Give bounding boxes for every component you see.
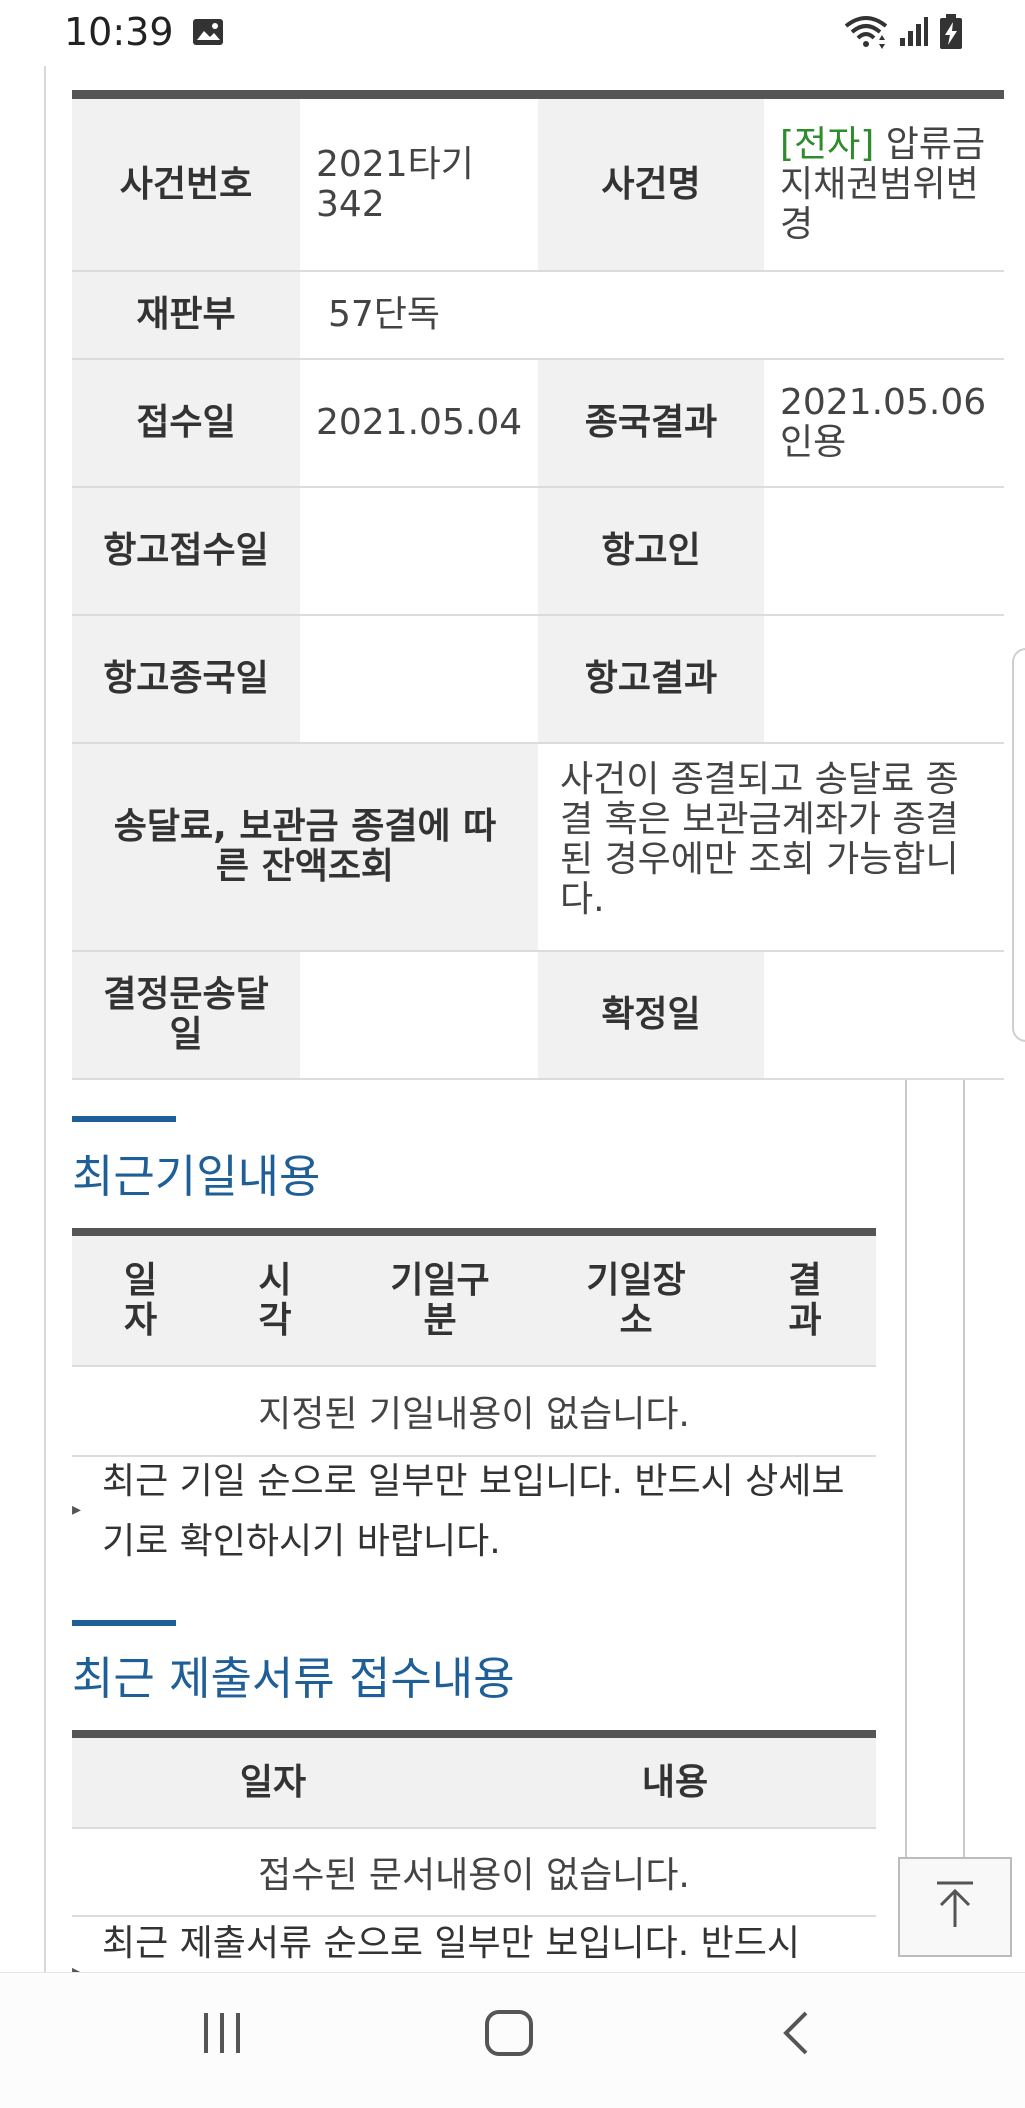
final-result-value: 2021.05.06 인용 xyxy=(764,359,1004,488)
case-number-label: 사건번호 xyxy=(72,99,300,272)
table-row: 지정된 기일내용이 없습니다. xyxy=(72,1366,876,1457)
table-header-row: 일자 내용 xyxy=(72,1738,876,1829)
battery-charging-icon xyxy=(939,14,963,54)
col-hearing-type: 기일구분 xyxy=(342,1236,538,1367)
col-doc-content: 내용 xyxy=(474,1738,876,1829)
decision-delivery-label: 결정문송달일 xyxy=(72,951,300,1080)
scroll-to-top-button[interactable] xyxy=(898,1857,1012,1957)
case-info-table: 사건번호 2021타기342 사건명 [전자] 압류금지채권범위변경 재판부 5… xyxy=(72,90,1004,1080)
status-bar: 10:39 xyxy=(0,0,1025,66)
image-icon xyxy=(192,18,224,50)
status-time: 10:39 xyxy=(64,10,174,54)
balance-inquiry-label: 송달료, 보관금 종결에 따른 잔액조회 xyxy=(72,743,538,952)
system-nav-bar xyxy=(0,1972,1025,2108)
court-division-label: 재판부 xyxy=(72,271,300,360)
col-hearing-place: 기일장소 xyxy=(538,1236,734,1367)
bullet-icon: ▸ xyxy=(72,1961,82,1972)
table-row: 항고접수일 항고인 xyxy=(72,487,1004,616)
table-row: 항고종국일 항고결과 xyxy=(72,615,1004,744)
recent-hearings-title: 최근기일내용 xyxy=(72,1150,321,1203)
appeal-receipt-value xyxy=(300,487,538,616)
back-icon[interactable] xyxy=(778,2009,814,2061)
case-name-label: 사건명 xyxy=(538,99,764,272)
table-header-row: 일자 시각 기일구분 기일장소 결과 xyxy=(72,1236,876,1367)
bullet-icon: ▸ xyxy=(72,1499,82,1520)
appeal-result-label: 항고결과 xyxy=(538,615,764,744)
documents-note-text: 최근 제출서류 순으로 일부만 보입니다. 반드시 xyxy=(102,1923,800,1964)
hearings-empty-message: 지정된 기일내용이 없습니다. xyxy=(72,1366,876,1457)
appeal-final-label: 항고종국일 xyxy=(72,615,300,744)
electronic-tag: [전자] xyxy=(780,123,875,165)
final-result-label: 종국결과 xyxy=(538,359,764,488)
appellant-label: 항고인 xyxy=(538,487,764,616)
receipt-date-value: 2021.05.04 xyxy=(300,359,538,488)
documents-empty-message: 접수된 문서내용이 없습니다. xyxy=(72,1828,876,1917)
section-accent-bar xyxy=(72,1116,176,1122)
signal-icon xyxy=(899,16,929,52)
court-division-value: 57단독 xyxy=(300,271,1004,360)
case-name-value: [전자] 압류금지채권범위변경 xyxy=(764,99,1004,272)
recent-documents-title: 최근 제출서류 접수내용 xyxy=(72,1652,515,1705)
col-date: 일자 xyxy=(72,1236,208,1367)
recent-apps-icon[interactable] xyxy=(198,2009,246,2061)
table-row: 접수일 2021.05.04 종국결과 2021.05.06 인용 xyxy=(72,359,1004,488)
col-doc-date: 일자 xyxy=(72,1738,474,1829)
recent-documents-table: 일자 내용 접수된 문서내용이 없습니다. xyxy=(72,1730,876,1917)
receipt-date-label: 접수일 xyxy=(72,359,300,488)
hearings-note-text: 최근 기일 순으로 일부만 보입니다. 반드시 상세보기로 확인하시기 바랍니다… xyxy=(102,1461,845,1562)
col-time: 시각 xyxy=(208,1236,342,1367)
scroll-to-top-icon xyxy=(931,1879,979,1935)
section-accent-bar xyxy=(72,1620,176,1626)
appeal-result-value xyxy=(764,615,1004,744)
wifi-icon xyxy=(843,14,889,54)
balance-inquiry-value: 사건이 종결되고 송달료 종결 혹은 보관금계좌가 종결된 경우에만 조회 가능… xyxy=(538,743,1004,952)
table-row: 접수된 문서내용이 없습니다. xyxy=(72,1828,876,1917)
frame-line-inner xyxy=(905,1070,907,1870)
table-row: 결정문송달일 확정일 xyxy=(72,951,1004,1080)
table-row: 재판부 57단독 xyxy=(72,271,1004,360)
case-number-value: 2021타기342 xyxy=(300,99,538,272)
documents-note: ▸ 최근 제출서류 순으로 일부만 보입니다. 반드시 xyxy=(72,1914,872,1972)
table-row: 송달료, 보관금 종결에 따른 잔액조회 사건이 종결되고 송달료 종결 혹은 … xyxy=(72,743,1004,952)
frame-line-outer xyxy=(963,1070,965,1870)
table-row: 사건번호 2021타기342 사건명 [전자] 압류금지채권범위변경 xyxy=(72,99,1004,272)
scroll-handle[interactable] xyxy=(1012,648,1025,1042)
decision-delivery-value xyxy=(300,951,538,1080)
appeal-receipt-label: 항고접수일 xyxy=(72,487,300,616)
confirmed-date-label: 확정일 xyxy=(538,951,764,1080)
recent-hearings-table: 일자 시각 기일구분 기일장소 결과 지정된 기일내용이 없습니다. xyxy=(72,1228,876,1457)
page-left-border xyxy=(44,66,46,1972)
appellant-value xyxy=(764,487,1004,616)
appeal-final-value xyxy=(300,615,538,744)
confirmed-date-value xyxy=(764,951,1004,1080)
col-result: 결과 xyxy=(734,1236,876,1367)
home-icon[interactable] xyxy=(484,2009,536,2061)
hearings-note: ▸ 최근 기일 순으로 일부만 보입니다. 반드시 상세보기로 확인하시기 바랍… xyxy=(72,1452,872,1572)
